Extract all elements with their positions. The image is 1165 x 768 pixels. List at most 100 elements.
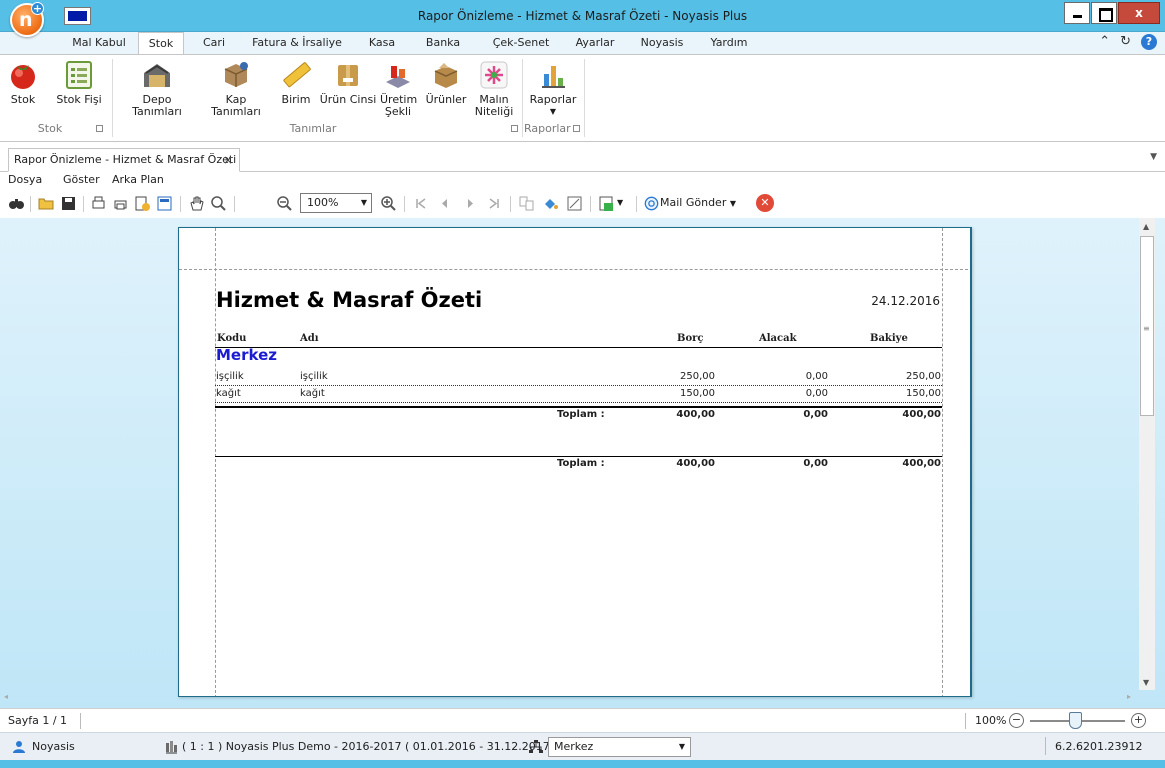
collapse-ribbon-icon[interactable]: ⌃ (1099, 34, 1110, 50)
kap-tanimlari-button[interactable]: Kap Tanımları (200, 58, 272, 122)
zoom-in-button[interactable]: + (1131, 713, 1146, 728)
app-menu-button[interactable]: n + (10, 2, 44, 37)
zoom-select[interactable]: 100% ▼ (300, 193, 372, 213)
user-name: Noyasis (32, 740, 75, 753)
last-page-icon[interactable] (486, 195, 503, 212)
window-title: Rapor Önizleme - Hizmet & Masraf Özeti -… (417, 9, 748, 23)
tab-stok[interactable]: Stok (138, 32, 184, 55)
maximize-button[interactable] (1091, 2, 1117, 24)
previous-page-icon[interactable] (436, 195, 453, 212)
app-status-bar: Noyasis ( 1 : 1 ) Noyasis Plus Demo - 20… (0, 732, 1165, 760)
quick-print-icon[interactable] (112, 195, 129, 212)
urunler-button[interactable]: Ürünler (424, 58, 468, 122)
document-tabs: Rapor Önizleme - Hizmet & Masraf Özeti ×… (0, 142, 1165, 172)
find-icon[interactable] (8, 195, 25, 212)
group-label-stok: Stok (37, 122, 63, 135)
tab-cari[interactable]: Cari (192, 32, 236, 54)
group-label-tanimlar: Tanımlar (289, 122, 337, 135)
scroll-down-icon[interactable]: ▼ (1143, 678, 1149, 687)
multiple-pages-icon[interactable] (518, 195, 535, 212)
production-icon (383, 60, 413, 90)
column-header-name: Adı (300, 333, 319, 344)
zoom-out-icon[interactable] (276, 195, 293, 212)
next-page-icon[interactable] (462, 195, 479, 212)
refresh-icon[interactable]: ↻ (1120, 34, 1131, 50)
scroll-right-icon[interactable]: ▸ (1127, 692, 1131, 701)
magnifier-icon[interactable] (210, 195, 227, 212)
close-tab-icon[interactable]: × (223, 149, 233, 171)
preview-menu-bar: Dosya Göster Arka Plan (0, 172, 1165, 190)
stok-launcher[interactable] (96, 125, 103, 132)
uretim-sekli-button[interactable]: Üretim Şekli (380, 58, 417, 122)
export-icon[interactable] (598, 195, 615, 212)
print-icon[interactable] (90, 195, 107, 212)
vertical-scrollbar[interactable]: ▲ ≡ ▼ (1139, 218, 1155, 690)
close-window-button[interactable]: x (1118, 2, 1160, 24)
malin-niteligi-button[interactable]: Malın Niteliği (474, 58, 514, 122)
stok-button[interactable]: Stok (8, 58, 38, 122)
depo-tanimlari-button[interactable]: Depo Tanımları (118, 58, 196, 122)
zoom-slider-thumb[interactable] (1069, 712, 1082, 729)
birim-button[interactable]: Birim (278, 58, 314, 122)
document-tab[interactable]: Rapor Önizleme - Hizmet & Masraf Özeti × (8, 148, 240, 172)
tanimlar-launcher[interactable] (511, 125, 518, 132)
column-header-code: Kodu (217, 333, 247, 344)
help-icon[interactable]: ? (1141, 34, 1157, 50)
watermark-icon[interactable] (566, 195, 583, 212)
company-info: ( 1 : 1 ) Noyasis Plus Demo - 2016-2017 … (182, 740, 558, 753)
first-page-icon[interactable] (412, 195, 429, 212)
warehouse-icon (142, 60, 172, 90)
menu-goster[interactable]: Göster (63, 173, 100, 186)
network-icon (529, 740, 543, 753)
menu-arka-plan[interactable]: Arka Plan (112, 173, 164, 186)
hand-tool-icon[interactable] (188, 195, 205, 212)
tab-cek-senet[interactable]: Çek-Senet (480, 32, 562, 54)
header-footer-icon[interactable] (156, 195, 173, 212)
raporlar-launcher[interactable] (573, 125, 580, 132)
tab-banka[interactable]: Banka (414, 32, 472, 54)
column-header-credit: Alacak (759, 333, 797, 344)
export-dropdown-icon[interactable]: ▼ (617, 198, 623, 207)
save-icon[interactable] (60, 195, 77, 212)
urun-cinsi-button[interactable]: Ürün Cinsi (318, 58, 378, 122)
tab-yardim[interactable]: Yardım (700, 32, 758, 54)
zoom-percent: 100% (975, 714, 1007, 727)
close-preview-icon[interactable]: ✕ (756, 194, 774, 212)
tab-ayarlar[interactable]: Ayarlar (566, 32, 624, 54)
column-header-debit: Borç (677, 333, 704, 344)
raporlar-button[interactable]: Raporlar ▼ (528, 58, 578, 122)
report-title: Hizmet & Masraf Özeti (216, 288, 483, 312)
bar-chart-icon (538, 60, 568, 90)
window-bottom-border (0, 760, 1165, 768)
menu-dosya[interactable]: Dosya (8, 173, 42, 186)
package-icon (333, 60, 363, 90)
zoom-in-icon[interactable] (380, 195, 397, 212)
zoom-out-button[interactable]: − (1009, 713, 1024, 728)
fill-background-icon[interactable] (542, 195, 559, 212)
branch-select[interactable]: Merkez ▼ (548, 737, 691, 757)
minimize-button[interactable] (1064, 2, 1090, 24)
stok-fisi-button[interactable]: Stok Fişi (56, 58, 102, 122)
preview-toolbar: 100% ▼ ▼ Mail Gönder ▼ ✕ (0, 190, 1165, 218)
title-bar: Rapor Önizleme - Hizmet & Masraf Özeti -… (0, 0, 1165, 32)
quality-icon (479, 60, 509, 90)
tomato-icon (8, 60, 38, 90)
scroll-left-icon[interactable]: ◂ (4, 692, 8, 701)
preview-status-bar: Sayfa 1 / 1 100% − + (0, 708, 1165, 732)
open-icon[interactable] (38, 195, 55, 212)
tabs-dropdown-icon[interactable]: ▼ (1150, 152, 1157, 162)
tab-mal-kabul[interactable]: Mal Kabul (64, 32, 134, 54)
mail-icon[interactable] (644, 196, 659, 211)
mail-dropdown-icon: ▼ (729, 199, 736, 208)
tab-noyasis[interactable]: Noyasis (632, 32, 692, 54)
products-icon (431, 60, 461, 90)
scroll-up-icon[interactable]: ▲ (1143, 222, 1149, 231)
tab-kasa[interactable]: Kasa (358, 32, 406, 54)
tab-fatura-irsaliye[interactable]: Fatura & İrsaliye (244, 32, 350, 54)
report-page: Hizmet & Masraf Özeti 24.12.2016 Kodu Ad… (178, 227, 972, 697)
page-setup-icon[interactable] (134, 195, 151, 212)
box-icon (221, 60, 251, 90)
mail-send-button[interactable]: Mail Gönder ▼ (660, 196, 736, 209)
ribbon-panel: Stok Stok Fişi Depo Tanımları Kap Tanıml… (0, 54, 1165, 142)
horizontal-scrollbar[interactable]: ◂ ▸ (0, 690, 1139, 706)
